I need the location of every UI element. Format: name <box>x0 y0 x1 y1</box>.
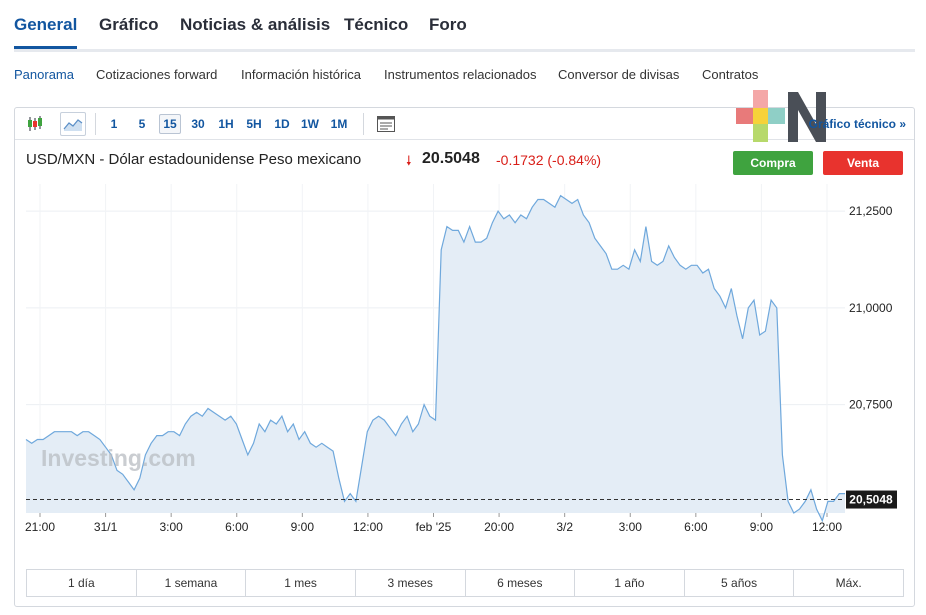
sub-nav-panorama[interactable]: Panorama <box>14 67 74 82</box>
range-1-ano[interactable]: 1 año <box>575 570 685 596</box>
x-tick-label: 3/2 <box>556 520 573 534</box>
x-tick-label: 3:00 <box>619 520 643 534</box>
range-3-meses[interactable]: 3 meses <box>356 570 466 596</box>
y-axis: 21,2500 21,0000 20,7500 <box>849 204 893 412</box>
range-max[interactable]: Máx. <box>794 570 903 596</box>
price-chart[interactable]: Investing.com 20,5048 21,2500 21,0000 20,7… <box>15 108 914 568</box>
x-tick-label: 12:00 <box>353 520 383 534</box>
current-price-label: 20,5048 <box>849 493 893 507</box>
sub-nav-contratos[interactable]: Contratos <box>702 67 758 82</box>
x-tick-label: 9:00 <box>750 520 774 534</box>
x-tick-label: 6:00 <box>684 520 708 534</box>
x-tick-label: feb '25 <box>416 520 452 534</box>
tab-foro[interactable]: Foro <box>429 15 467 35</box>
x-tick-label: 6:00 <box>225 520 249 534</box>
x-tick-label: 12:00 <box>812 520 842 534</box>
tab-noticias[interactable]: Noticias & análisis <box>180 15 330 35</box>
range-selector: 1 día 1 semana 1 mes 3 meses 6 meses 1 a… <box>26 569 904 597</box>
y-tick-label: 21,0000 <box>849 301 893 315</box>
current-price-marker: 20,5048 <box>846 490 897 509</box>
tab-tecnico[interactable]: Técnico <box>344 15 408 35</box>
main-tabs: General Gráfico Noticias & análisis Técn… <box>14 0 915 52</box>
y-tick-label: 20,7500 <box>849 398 893 412</box>
x-tick-label: 3:00 <box>159 520 183 534</box>
chart-panel: 1 5 15 30 1H 5H 1D 1W 1M Gráfico técnico… <box>14 90 915 607</box>
investing-watermark: Investing.com <box>41 445 196 471</box>
x-tick-label: 9:00 <box>291 520 315 534</box>
range-6-meses[interactable]: 6 meses <box>466 570 576 596</box>
y-tick-label: 21,2500 <box>849 204 893 218</box>
range-1-mes[interactable]: 1 mes <box>246 570 356 596</box>
tab-general[interactable]: General <box>14 15 78 49</box>
sub-nav-instrumentos-relacionados[interactable]: Instrumentos relacionados <box>384 67 536 82</box>
price-area <box>26 195 845 521</box>
sub-nav-informacion-historica[interactable]: Información histórica <box>241 67 361 82</box>
range-1-semana[interactable]: 1 semana <box>137 570 247 596</box>
tab-grafico[interactable]: Gráfico <box>99 15 159 35</box>
x-tick-label: 31/1 <box>94 520 118 534</box>
x-axis: 21:00 31/1 3:00 6:00 9:00 12:00 feb '25 20:00 3/… <box>25 513 842 534</box>
x-tick-label: 20:00 <box>484 520 514 534</box>
range-1-dia[interactable]: 1 día <box>27 570 137 596</box>
sub-nav-cotizaciones-forward[interactable]: Cotizaciones forward <box>96 67 217 82</box>
sub-nav-conversor-divisas[interactable]: Conversor de divisas <box>558 67 679 82</box>
range-5-anos[interactable]: 5 años <box>685 570 795 596</box>
x-tick-label: 21:00 <box>25 520 55 534</box>
